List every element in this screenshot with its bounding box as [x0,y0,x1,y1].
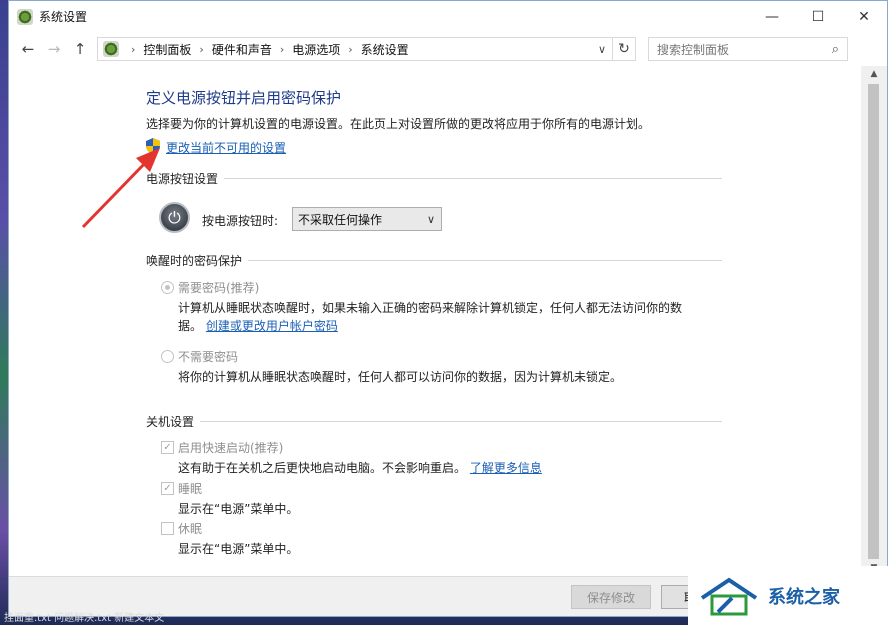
main-content: 定义电源按钮并启用密码保护 选择要为你的计算机设置的电源设置。在此页上对设置所做… [9,66,861,576]
sleep-checkbox[interactable]: ✓ [161,482,174,495]
require-password-label: 需要密码(推荐) [178,281,260,295]
maximize-button[interactable]: ☐ [795,1,841,32]
house-logo-icon [700,577,758,615]
navigation-bar: ← → ↑ › 控制面板 › 硬件和声音 › 电源选项 › 系统设置 ∨ ↻ 搜… [9,32,887,66]
hibernate-label: 休眠 [178,522,203,536]
breadcrumb-separator: › [199,42,204,56]
section-title: 唤醒时的密码保护 [146,254,243,268]
address-dropdown-icon[interactable]: ∨ [592,43,612,56]
control-panel-icon [17,8,33,25]
title-bar: 系统设置 — ☐ ✕ [9,1,887,32]
breadcrumb-system-settings[interactable]: 系统设置 [361,41,409,58]
power-button-action-select[interactable]: 不采取任何操作 ∨ [292,207,442,231]
hibernate-checkbox[interactable] [161,522,174,535]
require-password-desc: 计算机从睡眠状态唤醒时，如果未输入正确的密码来解除计算机锁定，任何人都无法访问你… [178,301,683,315]
divider [200,421,722,422]
hibernate-desc: 显示在“电源”菜单中。 [178,542,299,556]
vertical-scrollbar[interactable]: ▲ ▼ [861,66,887,576]
breadcrumb-hardware-sound[interactable]: 硬件和声音 [212,41,272,58]
window-title: 系统设置 [39,10,88,24]
save-button[interactable]: 保存修改 [571,585,651,609]
page-description: 选择要为你的计算机设置的电源设置。在此页上对设置所做的更改将应用于你所有的电源计… [146,117,651,131]
password-section-header: 唤醒时的密码保护 [146,252,722,269]
close-button[interactable]: ✕ [841,1,887,32]
create-password-link[interactable]: 创建或更改用户帐户密码 [206,319,338,333]
no-password-desc: 将你的计算机从睡眠状态唤醒时，任何人都可以访问你的数据，因为计算机未锁定。 [178,370,623,384]
breadcrumb-separator: › [348,42,353,56]
change-unavailable-settings-link[interactable]: 更改当前不可用的设置 [166,139,286,156]
no-password-label: 不需要密码 [178,350,239,364]
back-button[interactable]: ← [15,36,41,62]
divider [248,260,722,261]
up-button[interactable]: ↑ [67,36,93,62]
control-panel-icon [103,41,119,57]
forward-button[interactable]: → [41,36,67,62]
breadcrumb-power-options[interactable]: 电源选项 [292,41,340,58]
desc-tail: 据。 [178,319,203,333]
refresh-button[interactable]: ↻ [612,37,636,61]
page-title: 定义电源按钮并启用密码保护 [146,89,342,107]
desktop-file-labels: 挂面重.txt 问题解决.txt 新建文本文 [4,613,165,624]
require-password-radio[interactable] [161,281,174,294]
system-settings-window: 系统设置 — ☐ ✕ ← → ↑ › 控制面板 › 硬件和声音 › 电源选项 ›… [8,0,888,617]
sleep-label: 睡眠 [178,482,203,496]
search-icon[interactable]: ⌕ [832,42,839,57]
uac-shield-icon [146,138,160,154]
desc-text: 这有助于在关机之后更快地启动电脑。不会影响重启。 [178,461,467,475]
minimize-button[interactable]: — [749,1,795,32]
sleep-desc: 显示在“电源”菜单中。 [178,502,299,516]
chevron-down-icon: ∨ [426,212,435,226]
window-controls: — ☐ ✕ [749,1,887,32]
shutdown-section-header: 关机设置 [146,413,722,430]
fast-startup-label: 启用快速启动(推荐) [178,441,284,455]
fast-startup-checkbox[interactable]: ✓ [161,441,174,454]
scroll-up-icon[interactable]: ▲ [861,66,887,82]
search-placeholder: 搜索控制面板 [657,42,730,57]
address-bar[interactable]: › 控制面板 › 硬件和声音 › 电源选项 › 系统设置 ∨ [97,37,613,61]
watermark-logo: 系统之家 [688,566,888,625]
learn-more-link[interactable]: 了解更多信息 [470,461,542,475]
divider [224,178,722,179]
section-title: 电源按钮设置 [146,172,219,186]
breadcrumb-separator: › [131,42,136,56]
section-title: 关机设置 [146,415,195,429]
scroll-thumb[interactable] [868,84,879,559]
search-input[interactable]: 搜索控制面板 ⌕ [648,37,848,61]
power-button-label: 按电源按钮时: [202,214,279,228]
fast-startup-desc: 这有助于在关机之后更快地启动电脑。不会影响重启。 了解更多信息 [178,459,542,476]
power-button-section-header: 电源按钮设置 [146,170,722,187]
breadcrumb-control-panel[interactable]: 控制面板 [143,41,191,58]
watermark-text: 系统之家 [768,586,840,608]
no-password-radio[interactable] [161,350,174,363]
require-password-desc-cont: 据。 创建或更改用户帐户密码 [178,317,338,334]
breadcrumb-separator: › [279,42,285,56]
select-value: 不采取任何操作 [298,212,383,227]
power-icon: ⏻ [159,202,190,233]
